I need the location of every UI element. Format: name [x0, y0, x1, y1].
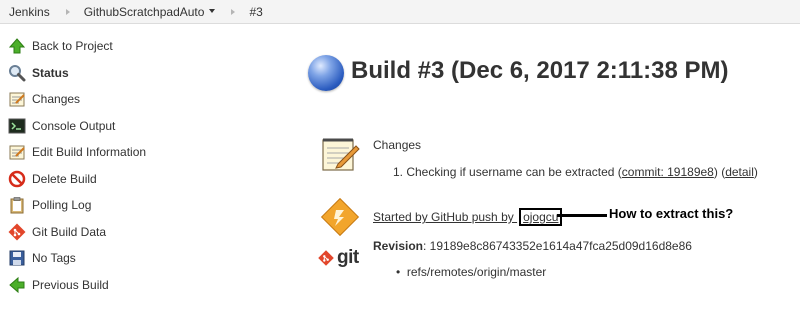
- magnifier-icon: [7, 63, 27, 83]
- change-suffix: ): [753, 165, 758, 179]
- up-arrow-icon: [7, 36, 27, 56]
- git-icon: [7, 222, 27, 242]
- chevron-down-icon[interactable]: [209, 8, 216, 13]
- commit-link[interactable]: commit: 19189e8: [622, 165, 714, 179]
- sidebar-item-label: Status: [32, 65, 69, 80]
- breadcrumb-separator-icon: [65, 8, 70, 15]
- terminal-icon: [7, 116, 27, 136]
- annotation-text: How to extract this?: [609, 206, 734, 221]
- github-push-icon: [320, 197, 360, 240]
- sidebar-item-label: Git Build Data: [32, 224, 107, 239]
- sidebar-item-back-to-project[interactable]: Back to Project: [0, 33, 220, 60]
- sidebar-item-polling-log[interactable]: Polling Log: [0, 192, 220, 219]
- sidebar-item-label: Console Output: [32, 118, 116, 133]
- sidebar-item-git-build-data[interactable]: Git Build Data: [0, 219, 220, 246]
- git-logo-text: git: [337, 247, 359, 268]
- breadcrumb-project[interactable]: GithubScratchpadAuto: [84, 5, 205, 19]
- page-title: Build #3 (Dec 6, 2017 2:11:38 PM): [351, 57, 729, 84]
- clipboard-icon: [7, 195, 27, 215]
- git-diamond-icon: [318, 250, 334, 266]
- ref-name: refs/remotes/origin/master: [406, 265, 547, 279]
- revision: Revision: 19189e8c86743352e1614a47fca25d…: [373, 239, 692, 253]
- annotation-arrow: [557, 214, 607, 217]
- sidebar-item-label: Back to Project: [32, 39, 113, 54]
- sidebar-item-edit-build-information[interactable]: Edit Build Information: [0, 139, 220, 166]
- breadcrumb-build[interactable]: #3: [249, 5, 262, 19]
- sidebar-item-delete-build[interactable]: Delete Build: [0, 166, 220, 193]
- sidebar-item-label: No Tags: [32, 251, 76, 266]
- sidebar-item-label: Previous Build: [32, 277, 109, 292]
- bullet-icon: •: [396, 265, 401, 279]
- change-list-item: 1. Checking if username can be extracted…: [393, 165, 758, 179]
- notepad-icon: [320, 134, 360, 177]
- sidebar-item-label: Edit Build Information: [32, 145, 147, 160]
- sidebar-item-changes[interactable]: Changes: [0, 86, 220, 113]
- sidebar-item-console-output[interactable]: Console Output: [0, 113, 220, 140]
- breadcrumb-jenkins[interactable]: Jenkins: [9, 5, 50, 19]
- breadcrumb-separator-icon: [231, 8, 236, 15]
- notepad-edit-icon: [7, 142, 27, 162]
- highlight-box: ojogcu: [519, 208, 563, 226]
- sidebar-item-status[interactable]: Status: [0, 60, 220, 87]
- build-status-ball-icon: [308, 55, 344, 91]
- git-logo: git: [318, 247, 359, 269]
- no-entry-icon: [7, 169, 27, 189]
- sidebar-item-no-tags[interactable]: No Tags: [0, 245, 220, 272]
- build-cause: Started by GitHub push by ojogcu: [373, 208, 563, 226]
- build-cause-text: Started by GitHub push by: [373, 210, 518, 224]
- changes-heading: Changes: [373, 138, 422, 152]
- change-message: 1. Checking if username can be extracted…: [393, 165, 622, 179]
- ref-list-item: • refs/remotes/origin/master: [396, 265, 546, 279]
- revision-label: Revision: [373, 239, 424, 253]
- change-separator: ) (: [713, 165, 726, 179]
- left-arrow-icon: [7, 275, 27, 295]
- sidebar-item-previous-build[interactable]: Previous Build: [0, 272, 220, 299]
- sidebar: Back to Project Status Changes Console O…: [0, 33, 220, 298]
- breadcrumb: Jenkins GithubScratchpadAuto #3: [0, 0, 800, 24]
- revision-value: : 19189e8c86743352e1614a47fca25d09d16d8e…: [423, 239, 692, 253]
- sidebar-item-label: Polling Log: [32, 198, 92, 213]
- save-icon: [7, 248, 27, 268]
- sidebar-item-label: Delete Build: [32, 171, 97, 186]
- detail-link[interactable]: detail: [725, 165, 754, 179]
- sidebar-item-label: Changes: [32, 92, 81, 107]
- notepad-icon: [7, 89, 27, 109]
- github-user-link[interactable]: ojogcu: [523, 210, 558, 224]
